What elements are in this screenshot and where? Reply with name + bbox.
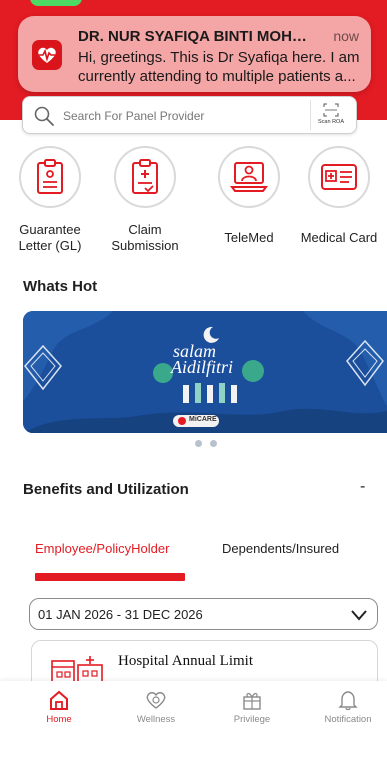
telemed-doctor-icon: [230, 162, 268, 192]
period-selector[interactable]: 01 JAN 2026 - 31 DEC 2026: [29, 598, 378, 630]
tab-dependents-insured[interactable]: Dependents/Insured: [222, 541, 339, 556]
status-indicator: [30, 0, 82, 6]
nav-label: Home: [46, 714, 72, 725]
app-logo-icon: [32, 40, 62, 70]
carousel-dot-2[interactable]: [195, 440, 202, 447]
claim-clipboard-icon: [132, 159, 158, 194]
search-icon[interactable]: [33, 105, 55, 127]
whats-hot-title: Whats Hot: [23, 278, 98, 295]
search-input[interactable]: [63, 106, 303, 126]
quick-action-label: TeleMed: [224, 230, 274, 245]
nav-label: Privilege: [233, 714, 271, 725]
banner-greeting-line2: Aidilfitri: [171, 357, 234, 377]
search-bar: Scan ROA: [22, 96, 357, 134]
notification-sender: DR. NUR SYAFIQA BINTI MOHAME...: [78, 28, 316, 45]
quick-action-label: Guarantee Letter (GL): [18, 222, 82, 253]
carousel-dot-1[interactable]: [180, 440, 187, 447]
nav-label: Wellness: [136, 714, 176, 725]
medical-card-icon: [321, 164, 357, 190]
promo-banner[interactable]: salam Aidilfitri MiCARE: [23, 311, 387, 433]
notification-message: Hi, greetings. This is Dr Syafiqa here. …: [78, 49, 360, 85]
wellness-heart-icon: [146, 692, 166, 709]
quick-action-telemed[interactable]: TeleMed: [204, 146, 294, 246]
quick-action-guarantee-letter[interactable]: Guarantee Letter (GL): [5, 146, 95, 254]
chevron-down-icon: [351, 610, 367, 621]
medical-card-icon-circle: [308, 146, 370, 208]
bottom-navigation: Home Wellness Privilege Notification: [0, 681, 387, 758]
benefits-title: Benefits and Utilization: [23, 481, 189, 498]
bell-icon: [338, 691, 358, 711]
active-tab-indicator: [35, 573, 185, 581]
banner-brand: MiCARE: [189, 416, 217, 423]
quick-action-medical-card[interactable]: Medical Card: [294, 146, 384, 246]
collapse-button[interactable]: -: [360, 478, 365, 496]
telemed-icon-circle: [218, 146, 280, 208]
quick-action-label: Medical Card: [300, 230, 378, 245]
scan-icon: [323, 103, 338, 117]
period-value: 01 JAN 2026 - 31 DEC 2026: [38, 607, 203, 622]
push-notification[interactable]: DR. NUR SYAFIQA BINTI MOHAME... now Hi, …: [18, 16, 371, 92]
carousel-dots: [180, 440, 217, 447]
nav-home[interactable]: Home: [24, 689, 94, 725]
home-icon: [50, 690, 68, 710]
nav-wellness[interactable]: Wellness: [121, 689, 191, 725]
nav-privilege[interactable]: Privilege: [217, 689, 287, 725]
privilege-gift-icon: [243, 692, 261, 710]
nav-notification[interactable]: Notification: [313, 689, 383, 725]
tab-employee-policyholder[interactable]: Employee/PolicyHolder: [35, 541, 169, 556]
claim-submission-icon-circle: [114, 146, 176, 208]
notification-time: now: [333, 28, 359, 44]
app-screen: DR. NUR SYAFIQA BINTI MOHAME... now Hi, …: [0, 0, 387, 758]
scan-roa-label: Scan ROA: [318, 119, 344, 125]
quick-action-label: Claim Submission: [111, 222, 179, 253]
scan-roa-button[interactable]: Scan ROA: [310, 100, 350, 130]
document-list-icon: [37, 159, 63, 194]
guarantee-letter-icon-circle: [19, 146, 81, 208]
carousel-dot-3[interactable]: [210, 440, 217, 447]
benefit-card-title: Hospital Annual Limit: [118, 653, 253, 669]
quick-action-claim-submission[interactable]: Claim Submission: [100, 146, 190, 254]
nav-label: Notification: [324, 714, 372, 725]
